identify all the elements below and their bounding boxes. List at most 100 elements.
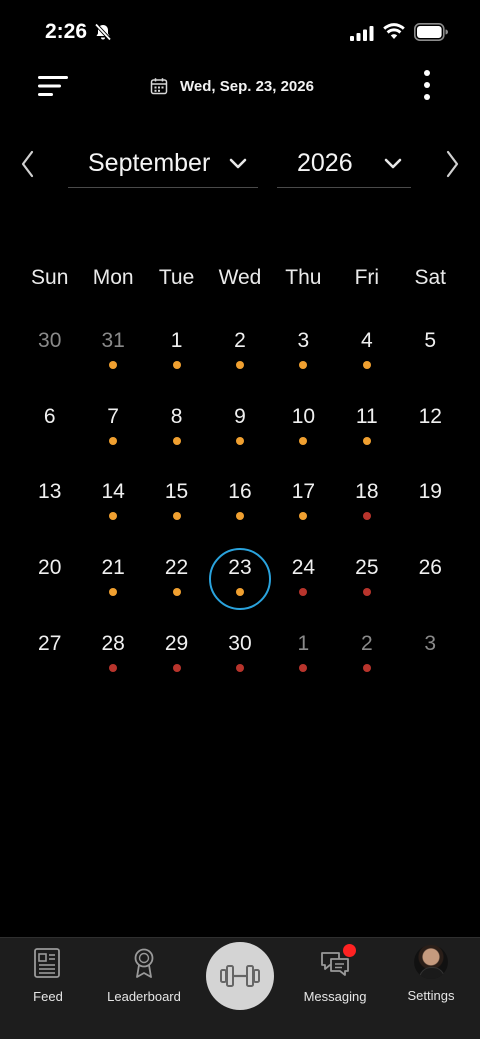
event-dot-red <box>362 588 371 597</box>
calendar-day[interactable]: 7 <box>81 398 144 474</box>
event-dot-orange <box>235 361 244 369</box>
calendar-day[interactable]: 1 <box>145 322 208 398</box>
award-ribbon-icon <box>134 948 154 978</box>
calendar-day[interactable]: 17 <box>272 473 335 549</box>
previous-month-button[interactable] <box>17 148 39 180</box>
event-dot-orange <box>235 436 244 445</box>
weekday-label: Sun <box>31 266 69 289</box>
event-dot-red <box>235 663 244 672</box>
event-dot-orange <box>172 512 181 521</box>
calendar-day-number: 20 <box>38 556 62 580</box>
calendar-day[interactable]: 29 <box>145 625 208 701</box>
battery-icon <box>414 23 448 41</box>
workout-button[interactable] <box>206 942 274 1010</box>
status-bar: 2:26 <box>0 0 480 64</box>
wifi-icon <box>383 23 405 39</box>
current-date-label: Wed, Sep. 23, 2026 <box>180 77 314 95</box>
calendar-day[interactable]: 31 <box>81 322 144 398</box>
calendar-day[interactable]: 19 <box>399 473 462 549</box>
weekday-label: Mon <box>92 266 134 289</box>
calendar-day[interactable]: 21 <box>81 549 144 625</box>
tab-settings[interactable]: Settings <box>401 938 461 1018</box>
calendar-day-number: 3 <box>424 631 437 655</box>
calendar-day[interactable]: 4 <box>335 322 398 398</box>
weekday-header: Sun Mon Tue Wed Thu Fri Sat <box>18 266 462 290</box>
dumbbell-icon <box>220 965 260 987</box>
calendar-day[interactable]: 22 <box>145 549 208 625</box>
event-dot-orange <box>172 588 181 597</box>
event-dot-red <box>172 663 181 672</box>
chevron-down-icon <box>229 158 247 169</box>
next-month-button[interactable] <box>441 148 463 180</box>
event-dot-orange <box>235 588 244 597</box>
calendar-day[interactable]: 27 <box>18 625 81 701</box>
year-selector[interactable]: 2026 <box>277 140 411 188</box>
event-dot-orange <box>362 436 371 445</box>
calendar-day-number: 12 <box>418 404 442 428</box>
calendar-day[interactable]: 20 <box>18 549 81 625</box>
year-value: 2026 <box>297 149 353 177</box>
calendar-day[interactable]: 3 <box>272 322 335 398</box>
tab-feed-label: Feed <box>33 989 63 1004</box>
weekday-label: Sat <box>414 266 446 289</box>
calendar-day[interactable]: 30 <box>18 322 81 398</box>
bell-muted-icon <box>94 23 112 41</box>
calendar-day[interactable]: 9 <box>208 398 271 474</box>
calendar-day[interactable]: 30 <box>208 625 271 701</box>
calendar-day[interactable]: 13 <box>18 473 81 549</box>
calendar-day[interactable]: 25 <box>335 549 398 625</box>
tab-messaging-label: Messaging <box>303 989 367 1004</box>
calendar-day[interactable]: 24 <box>272 549 335 625</box>
status-time: 2:26 <box>45 20 88 43</box>
event-dot-orange <box>172 436 181 445</box>
selected-day-ring <box>208 548 271 611</box>
newspaper-icon <box>34 948 60 978</box>
more-options-icon[interactable] <box>416 68 438 102</box>
notification-badge <box>343 944 356 957</box>
calendar-day[interactable]: 18 <box>335 473 398 549</box>
tab-feed[interactable]: Feed <box>18 938 78 1018</box>
calendar-day[interactable]: 5 <box>399 322 462 398</box>
calendar-day-number: 26 <box>418 556 442 580</box>
calendar-day[interactable]: 16 <box>208 473 271 549</box>
weekday-label: Fri <box>354 266 380 289</box>
calendar-day-number: 5 <box>424 329 437 352</box>
event-dot-orange <box>109 436 118 445</box>
weekday-label: Thu <box>285 266 322 289</box>
calendar-day[interactable]: 2 <box>335 625 398 701</box>
calendar-day[interactable]: 15 <box>145 473 208 549</box>
calendar-icon <box>150 78 168 95</box>
calendar-day[interactable]: 10 <box>272 398 335 474</box>
calendar-day-number: 30 <box>38 329 62 352</box>
current-date-display[interactable]: Wed, Sep. 23, 2026 <box>150 74 314 98</box>
calendar-grid: 30 31 1 2 3 4 5 6 7 8 9 10 11 12 13 14 15 16 17 18 19 20 21 22 2… <box>18 322 462 700</box>
tab-leaderboard[interactable]: Leaderboard <box>104 938 184 1018</box>
tab-messaging[interactable]: Messaging <box>300 938 370 1018</box>
menu-icon[interactable] <box>36 72 70 100</box>
calendar-day-number: 13 <box>38 480 62 504</box>
avatar <box>414 945 448 979</box>
calendar-day[interactable]: 26 <box>399 549 462 625</box>
month-selector[interactable]: September <box>68 140 258 188</box>
event-dot-orange <box>172 361 181 369</box>
weekday-label: Wed <box>218 266 262 289</box>
calendar-day[interactable]: 12 <box>399 398 462 474</box>
tab-settings-label: Settings <box>407 988 455 1003</box>
weekday-label: Tue <box>158 266 195 289</box>
tab-leaderboard-label: Leaderboard <box>107 989 181 1004</box>
calendar-day[interactable]: 6 <box>18 398 81 474</box>
event-dot-orange <box>362 361 371 369</box>
calendar-day[interactable]: 2 <box>208 322 271 398</box>
cell-signal-icon <box>350 26 374 41</box>
month-value: September <box>88 149 211 177</box>
calendar-day[interactable]: 1 <box>272 625 335 701</box>
calendar-day-number: 27 <box>38 631 62 655</box>
chevron-down-icon <box>384 158 402 169</box>
calendar-day[interactable]: 11 <box>335 398 398 474</box>
event-dot-red <box>362 663 371 672</box>
calendar-day[interactable]: 14 <box>81 473 144 549</box>
calendar-day[interactable]: 28 <box>81 625 144 701</box>
calendar-day[interactable]: 8 <box>145 398 208 474</box>
calendar-day-selected[interactable]: 23 <box>208 548 271 625</box>
calendar-day[interactable]: 3 <box>399 625 462 701</box>
